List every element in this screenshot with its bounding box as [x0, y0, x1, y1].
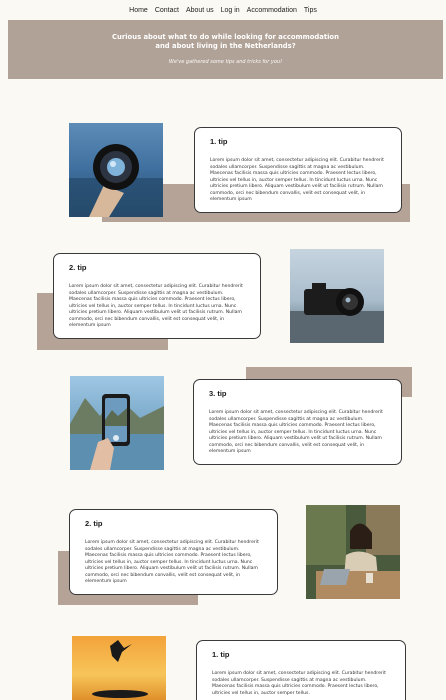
tip-2-title: 2. tip [69, 263, 87, 272]
tip-1-card: 1. tip Lorem ipsum dolor sit amet, conse… [194, 127, 402, 213]
tip-4-card: 2. tip Lorem ipsum dolor sit amet, conse… [69, 509, 278, 595]
tip-4-photo-woman-laptop [306, 505, 400, 599]
hero-title-line-2: and about living in the Netherlands? [155, 42, 296, 50]
tip-3-photo-phone [70, 376, 164, 470]
tip-2-photo-camera [290, 249, 384, 343]
tip-5-text: Lorem ipsum dolor sit amet, consectetur … [212, 671, 386, 696]
nav-login-link[interactable]: Log in [221, 7, 240, 14]
tip-5-title: 1. tip [212, 650, 230, 659]
tip-4-text: Lorem ipsum dolor sit amet, consectetur … [85, 540, 259, 584]
hero-banner: Curious about what to do while looking f… [8, 20, 443, 79]
hero-subtitle: We've gathered some tips and tricks for … [168, 59, 283, 65]
tip-5-card: 1. tip Lorem ipsum dolor sit amet, conse… [196, 640, 406, 700]
top-nav: Home Contact About us Log in Accommodati… [0, 0, 446, 20]
hero-title: Curious about what to do while looking f… [8, 33, 443, 51]
tip-2-card: 2. tip Lorem ipsum dolor sit amet, conse… [53, 253, 261, 339]
tip-3-card: 3. tip Lorem ipsum dolor sit amet, conse… [193, 379, 402, 465]
nav-contact-link[interactable]: Contact [155, 7, 179, 14]
nav-home-link[interactable]: Home [129, 7, 148, 14]
tip-1-photo-lens [69, 123, 163, 217]
tip-1-text: Lorem ipsum dolor sit amet, consectetur … [210, 158, 384, 202]
nav-tips-link[interactable]: Tips [304, 7, 317, 14]
tip-4-title: 2. tip [85, 519, 103, 528]
nav-accommodation-link[interactable]: Accommodation [247, 7, 297, 14]
hero-title-line-1: Curious about what to do while looking f… [112, 33, 339, 41]
tip-2-text: Lorem ipsum dolor sit amet, consectetur … [69, 284, 243, 328]
nav-about-link[interactable]: About us [186, 7, 214, 14]
tip-3-text: Lorem ipsum dolor sit amet, consectetur … [209, 410, 383, 454]
tip-3-title: 3. tip [209, 389, 227, 398]
tip-5-photo-trampoline [72, 636, 166, 700]
tip-1-title: 1. tip [210, 137, 228, 146]
